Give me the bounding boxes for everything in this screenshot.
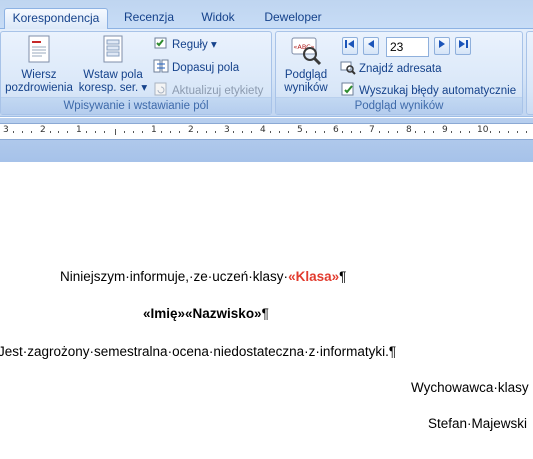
match-fields-icon <box>153 58 169 74</box>
greeting-line-icon <box>23 34 55 66</box>
insert-merge-field-button[interactable]: Wstaw pola koresp. ser. ▾ <box>77 34 149 95</box>
auto-check-errors-label: Wyszukaj błędy automatycznie <box>359 85 517 97</box>
preview-results-label-1: Podgląd <box>284 69 328 81</box>
ruler-number: 3 <box>3 125 9 135</box>
tab-recenzja[interactable]: Recenzja <box>114 8 184 29</box>
merge-field-imie[interactable]: «Imię» <box>143 306 185 321</box>
ruler-number: 3 <box>224 125 230 135</box>
tab-korespondencja[interactable]: Korespondencja <box>4 8 108 30</box>
ruler-number: 2 <box>40 125 46 135</box>
merge-field-klasa[interactable]: «Klasa» <box>288 269 339 284</box>
ruler-number: 5 <box>297 125 303 135</box>
previous-record-button[interactable] <box>363 37 379 55</box>
preview-results-label-2: wyników <box>284 82 328 94</box>
last-record-icon <box>459 40 468 48</box>
group-finish-partial <box>526 31 533 115</box>
horizontal-ruler[interactable]: 3 2 1 1 2 3 4 5 6 7 8 9 10 <box>0 123 533 140</box>
find-recipient-label: Znajdź adresata <box>359 63 442 75</box>
group-label-preview: Podgląd wyników <box>276 97 522 114</box>
ruler-number: 8 <box>406 125 412 135</box>
line1-text: Niniejszym·informuje,·ze·uczeń·klasy· <box>60 269 289 284</box>
ruler-number: 1 <box>76 125 82 135</box>
greeting-line-label-1: Wiersz <box>21 69 57 81</box>
group-preview-results: «ABC» Podgląd wyników 23 Znajdź adresata <box>275 31 523 115</box>
document-line-2[interactable]: «Imię»«Nazwisko»¶ <box>143 306 269 321</box>
pilcrow: ¶ <box>339 269 347 284</box>
preview-results-icon: «ABC» <box>290 34 322 66</box>
match-fields-button[interactable]: Dopasuj pola <box>153 58 239 78</box>
previous-record-icon <box>368 40 374 48</box>
ribbon: Wiersz pozdrowienia Wstaw pola koresp. s… <box>0 29 533 117</box>
ruler-number: 9 <box>442 125 448 135</box>
tab-widok[interactable]: Widok <box>190 8 246 29</box>
group-label-write-insert: Wpisywanie i wstawianie pól <box>1 97 271 114</box>
document-line-5[interactable]: Stefan·Majewski <box>428 416 527 431</box>
rules-label: Reguły ▾ <box>172 39 217 51</box>
merge-field-nazwisko[interactable]: «Nazwisko» <box>185 306 262 321</box>
next-record-icon <box>439 40 445 48</box>
document-line-4[interactable]: Wychowawca·klasy <box>411 380 529 395</box>
ruler-number: 7 <box>369 125 375 135</box>
ruler-number: 1 <box>151 125 157 135</box>
auto-check-errors-icon <box>340 81 356 97</box>
find-recipient-icon <box>340 59 356 75</box>
first-record-icon <box>345 40 354 48</box>
update-labels-label: Aktualizuj etykiety <box>172 85 264 97</box>
insert-merge-field-label-2: koresp. ser. ▾ <box>78 82 148 94</box>
group-write-insert-fields: Wiersz pozdrowienia Wstaw pola koresp. s… <box>0 31 272 115</box>
first-record-button[interactable] <box>342 37 358 55</box>
ruler-number: 10 <box>477 125 489 135</box>
greeting-line-button[interactable]: Wiersz pozdrowienia <box>3 34 75 95</box>
ruler-number: 4 <box>260 125 266 135</box>
document-page[interactable]: Niniejszym·informuje,·ze·uczeń·klasy·«Kl… <box>0 162 533 459</box>
ruler-tick <box>115 129 116 135</box>
match-fields-label: Dopasuj pola <box>172 62 240 74</box>
rules-icon <box>153 35 169 51</box>
insert-merge-field-icon <box>97 34 129 66</box>
pilcrow: ¶ <box>261 306 269 321</box>
preview-results-button[interactable]: «ABC» Podgląd wyników <box>278 34 334 95</box>
ribbon-tab-strip: Korespondencja Recenzja Widok Deweloper <box>0 0 533 30</box>
ruler-number: 6 <box>333 125 339 135</box>
last-record-button[interactable] <box>455 37 471 55</box>
svg-text:«ABC»: «ABC» <box>293 43 314 51</box>
record-number-input[interactable]: 23 <box>386 37 429 57</box>
update-labels-icon <box>153 81 169 97</box>
document-line-1[interactable]: Niniejszym·informuje,·ze·uczeń·klasy·«Kl… <box>60 269 346 284</box>
next-record-button[interactable] <box>434 37 450 55</box>
rules-button[interactable]: Reguły ▾ <box>153 35 217 55</box>
ruler-area: 3 2 1 1 2 3 4 5 6 7 8 9 10 <box>0 118 533 162</box>
greeting-line-label-2: pozdrowienia <box>5 82 73 94</box>
insert-merge-field-label-1: Wstaw pola <box>83 69 143 81</box>
ruler-number: 2 <box>188 125 194 135</box>
tab-deweloper[interactable]: Deweloper <box>252 8 334 29</box>
document-line-3[interactable]: Jest·zagrożony·semestralna·ocena·niedost… <box>0 344 396 359</box>
find-recipient-button[interactable]: Znajdź adresata <box>340 59 441 79</box>
